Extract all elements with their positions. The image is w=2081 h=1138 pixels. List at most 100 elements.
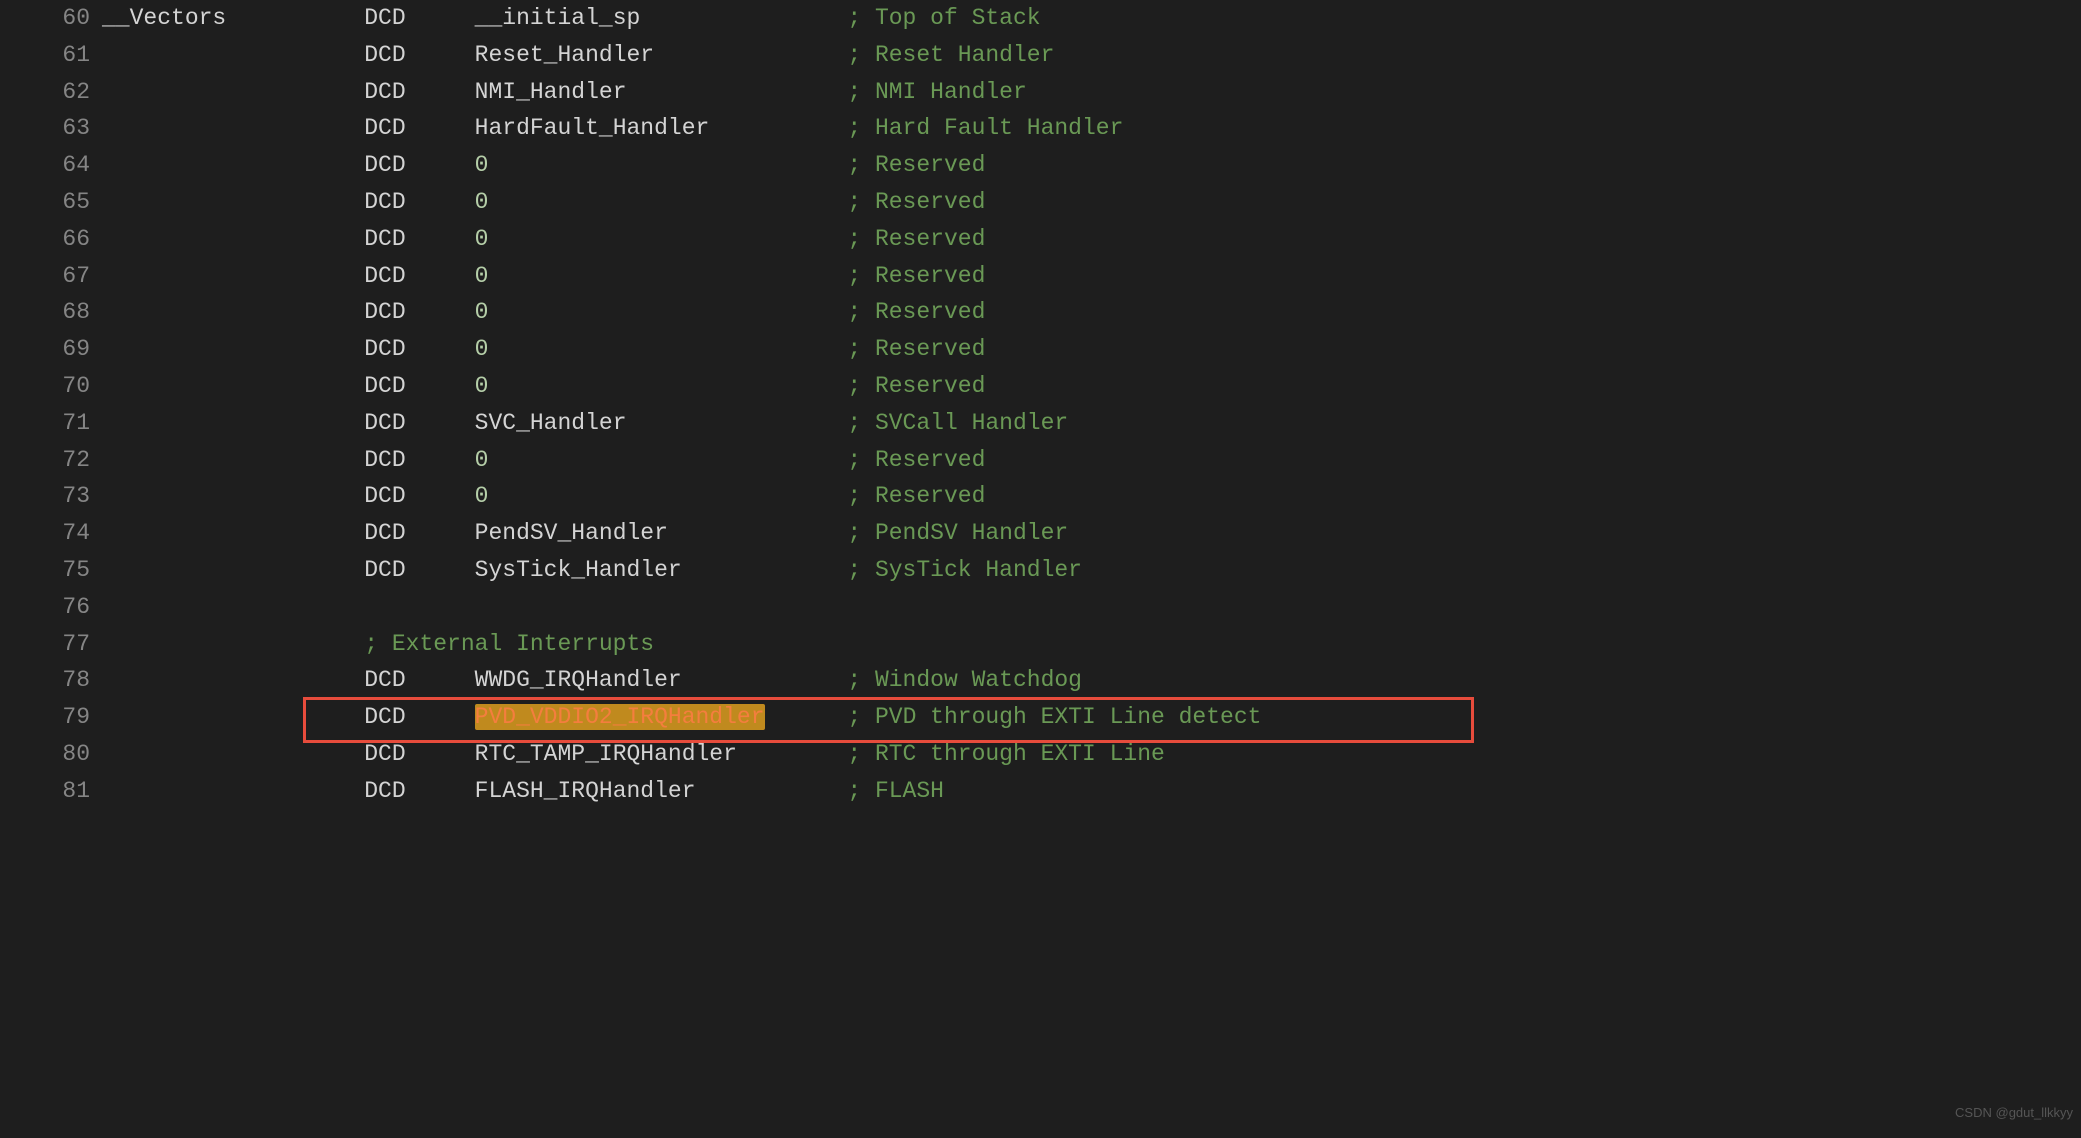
code-line: 79 DCD PVD_VDDIO2_IRQHandler ; PVD throu…	[0, 699, 2081, 736]
code-content: ; External Interrupts	[102, 626, 654, 663]
numeric-value: 0	[475, 226, 848, 252]
code-content: DCD SysTick_Handler ; SysTick Handler	[102, 552, 1082, 589]
vector-label	[102, 336, 364, 362]
comment: ; RTC through EXTI Line	[847, 741, 1164, 767]
comment: ; Top of Stack	[847, 5, 1040, 31]
line-number: 78	[0, 662, 102, 699]
directive-dcd: DCD	[364, 336, 474, 362]
line-number: 63	[0, 110, 102, 147]
directive-dcd: DCD	[364, 189, 474, 215]
code-line: 71 DCD SVC_Handler ; SVCall Handler	[0, 405, 2081, 442]
comment: ; FLASH	[847, 778, 944, 804]
line-number: 75	[0, 552, 102, 589]
numeric-value: 0	[475, 336, 848, 362]
code-content: DCD 0 ; Reserved	[102, 258, 985, 295]
code-content: DCD SVC_Handler ; SVCall Handler	[102, 405, 1068, 442]
code-line: 66 DCD 0 ; Reserved	[0, 221, 2081, 258]
comment: ; Reserved	[847, 226, 985, 252]
line-number: 62	[0, 74, 102, 111]
symbol: FLASH_IRQHandler	[475, 778, 848, 804]
comment: ; Reserved	[847, 189, 985, 215]
line-number: 66	[0, 221, 102, 258]
directive-dcd: DCD	[364, 5, 474, 31]
vector-label	[102, 557, 364, 583]
vector-label	[102, 741, 364, 767]
code-line: 70 DCD 0 ; Reserved	[0, 368, 2081, 405]
code-line: 62 DCD NMI_Handler ; NMI Handler	[0, 74, 2081, 111]
line-number: 74	[0, 515, 102, 552]
comment: ; NMI Handler	[847, 79, 1026, 105]
line-number: 81	[0, 773, 102, 810]
code-content: DCD 0 ; Reserved	[102, 294, 985, 331]
vector-label	[102, 447, 364, 473]
line-number: 80	[0, 736, 102, 773]
code-line: 63 DCD HardFault_Handler ; Hard Fault Ha…	[0, 110, 2081, 147]
numeric-value: 0	[475, 373, 848, 399]
code-line: 68 DCD 0 ; Reserved	[0, 294, 2081, 331]
code-content: DCD 0 ; Reserved	[102, 331, 985, 368]
code-line: 72 DCD 0 ; Reserved	[0, 442, 2081, 479]
code-line: 65 DCD 0 ; Reserved	[0, 184, 2081, 221]
code-content: DCD NMI_Handler ; NMI Handler	[102, 74, 1027, 111]
code-content: DCD 0 ; Reserved	[102, 442, 985, 479]
line-number: 60	[0, 0, 102, 37]
vector-label	[102, 226, 364, 252]
vector-label	[102, 373, 364, 399]
code-content: DCD HardFault_Handler ; Hard Fault Handl…	[102, 110, 1123, 147]
code-content: DCD FLASH_IRQHandler ; FLASH	[102, 773, 944, 810]
line-number: 77	[0, 626, 102, 663]
comment: ; Reserved	[847, 263, 985, 289]
comment: ; Window Watchdog	[847, 667, 1082, 693]
code-line: 80 DCD RTC_TAMP_IRQHandler ; RTC through…	[0, 736, 2081, 773]
directive-dcd: DCD	[364, 152, 474, 178]
code-content: DCD 0 ; Reserved	[102, 478, 985, 515]
highlighted-symbol: PVD_VDDIO2_IRQHandler	[475, 704, 765, 730]
directive-dcd: DCD	[364, 226, 474, 252]
numeric-value: 0	[475, 189, 848, 215]
line-number: 64	[0, 147, 102, 184]
line-number: 71	[0, 405, 102, 442]
symbol: NMI_Handler	[475, 79, 848, 105]
line-number: 65	[0, 184, 102, 221]
numeric-value: 0	[475, 447, 848, 473]
code-content: DCD 0 ; Reserved	[102, 147, 985, 184]
directive-dcd: DCD	[364, 373, 474, 399]
directive-dcd: DCD	[364, 299, 474, 325]
symbol: SVC_Handler	[475, 410, 848, 436]
directive-dcd: DCD	[364, 741, 474, 767]
vector-label	[102, 152, 364, 178]
comment: ; Reserved	[847, 447, 985, 473]
code-content: DCD 0 ; Reserved	[102, 184, 985, 221]
comment: ; PendSV Handler	[847, 520, 1068, 546]
code-content: DCD RTC_TAMP_IRQHandler ; RTC through EX…	[102, 736, 1165, 773]
comment: ; Reserved	[847, 483, 985, 509]
code-line: 64 DCD 0 ; Reserved	[0, 147, 2081, 184]
vector-label	[102, 410, 364, 436]
code-line: 77 ; External Interrupts	[0, 626, 2081, 663]
code-line: 76	[0, 589, 2081, 626]
directive-dcd: DCD	[364, 115, 474, 141]
numeric-value: 0	[475, 263, 848, 289]
comment: ; Reserved	[847, 152, 985, 178]
comment: ; Reset Handler	[847, 42, 1054, 68]
line-number: 73	[0, 478, 102, 515]
symbol: SysTick_Handler	[475, 557, 848, 583]
vector-label	[102, 704, 364, 730]
code-line: 75 DCD SysTick_Handler ; SysTick Handler	[0, 552, 2081, 589]
directive-dcd: DCD	[364, 263, 474, 289]
code-line: 73 DCD 0 ; Reserved	[0, 478, 2081, 515]
symbol: __initial_sp	[475, 5, 848, 31]
comment: ; SysTick Handler	[847, 557, 1082, 583]
code-editor: 60__Vectors DCD __initial_sp ; Top of St…	[0, 0, 2081, 810]
comment: ; Hard Fault Handler	[847, 115, 1123, 141]
code-content: __Vectors DCD __initial_sp ; Top of Stac…	[102, 0, 1041, 37]
code-line: 74 DCD PendSV_Handler ; PendSV Handler	[0, 515, 2081, 552]
line-number: 68	[0, 294, 102, 331]
line-number: 61	[0, 37, 102, 74]
watermark: CSDN @gdut_llkkyy	[1955, 1095, 2073, 1132]
symbol: PendSV_Handler	[475, 520, 848, 546]
comment: ; Reserved	[847, 336, 985, 362]
numeric-value: 0	[475, 299, 848, 325]
directive-dcd: DCD	[364, 410, 474, 436]
vector-label	[102, 42, 364, 68]
